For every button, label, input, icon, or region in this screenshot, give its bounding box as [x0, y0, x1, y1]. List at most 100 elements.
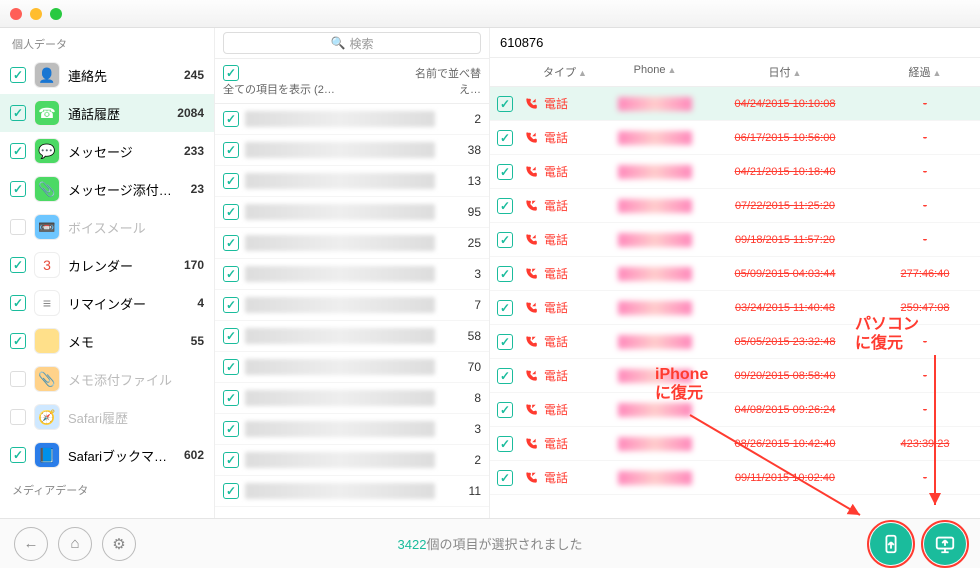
call-row[interactable]: 電話 04/21/2015 10:18:40 - — [490, 155, 980, 189]
contact-name-blurred — [245, 173, 435, 189]
call-row[interactable]: 電話 04/24/2015 10:10:08 - — [490, 87, 980, 121]
sidebar-item-0[interactable]: 👤 連絡先 245 — [0, 56, 214, 94]
phone-blurred — [618, 267, 692, 281]
col-date[interactable]: 日付 — [769, 67, 791, 79]
restore-to-iphone-button[interactable] — [870, 523, 912, 565]
checkbox[interactable] — [497, 232, 513, 248]
checkbox[interactable] — [10, 295, 26, 311]
checkbox[interactable] — [223, 204, 239, 220]
contact-row[interactable]: 3 — [215, 414, 489, 445]
filter-dropdown[interactable]: 全ての項目を表示 (2… — [223, 84, 335, 96]
checkbox[interactable] — [10, 143, 26, 159]
category-label: 連絡先 — [68, 66, 107, 85]
phone-blurred — [618, 199, 692, 213]
search-input[interactable]: 🔍 検索 — [223, 32, 481, 54]
checkbox[interactable] — [223, 235, 239, 251]
call-row[interactable]: 電話 07/22/2015 11:25:20 - — [490, 189, 980, 223]
contact-row[interactable]: 11 — [215, 476, 489, 507]
checkbox[interactable] — [223, 297, 239, 313]
minimize-icon[interactable] — [30, 8, 42, 20]
contact-row[interactable]: 95 — [215, 197, 489, 228]
contact-row[interactable]: 25 — [215, 228, 489, 259]
incoming-call-icon — [524, 97, 538, 111]
checkbox[interactable] — [223, 390, 239, 406]
call-row[interactable]: 電話 06/17/2015 10:56:00 - — [490, 121, 980, 155]
call-row[interactable]: 電話 09/18/2015 11:57:20 - — [490, 223, 980, 257]
checkbox[interactable] — [497, 402, 513, 418]
contact-row[interactable]: 7 — [215, 290, 489, 321]
phone-blurred — [618, 131, 692, 145]
checkbox[interactable] — [10, 181, 26, 197]
checkbox[interactable] — [223, 359, 239, 375]
category-icon — [34, 328, 60, 354]
checkbox[interactable] — [10, 67, 26, 83]
checkbox[interactable] — [223, 111, 239, 127]
sidebar-item-7[interactable]: メモ 55 — [0, 322, 214, 360]
sidebar-item-6[interactable]: ≡ リマインダー 4 — [0, 284, 214, 322]
contact-row[interactable]: 58 — [215, 321, 489, 352]
home-button[interactable]: ⌂ — [58, 527, 92, 561]
checkbox[interactable] — [10, 257, 26, 273]
call-row[interactable]: 電話 09/11/2015 10:02:40 - — [490, 461, 980, 495]
contact-row[interactable]: 38 — [215, 135, 489, 166]
checkbox[interactable] — [223, 328, 239, 344]
close-icon[interactable] — [10, 8, 22, 20]
sidebar-item-1[interactable]: ☎ 通話履歴 2084 — [0, 94, 214, 132]
call-duration: - — [870, 132, 980, 144]
settings-button[interactable]: ⚙ — [102, 527, 136, 561]
status-text: 3422個の項目が選択されました — [398, 534, 583, 553]
call-row[interactable]: 電話 08/26/2015 10:42:40 423:39:23 — [490, 427, 980, 461]
checkbox[interactable] — [497, 334, 513, 350]
call-row[interactable]: 電話 03/24/2015 11:40:48 259:47:08 — [490, 291, 980, 325]
checkbox[interactable] — [223, 266, 239, 282]
checkbox[interactable] — [10, 105, 26, 121]
contact-count: 11 — [441, 484, 481, 498]
call-row[interactable]: 電話 05/09/2015 04:03:44 277:46:40 — [490, 257, 980, 291]
col-phone[interactable]: Phone — [634, 64, 666, 76]
checkbox[interactable] — [223, 173, 239, 189]
incoming-call-icon — [524, 233, 538, 247]
sort-dropdown[interactable]: 名前で並べ替え… — [415, 68, 481, 96]
checkbox — [10, 371, 26, 387]
contact-row[interactable]: 3 — [215, 259, 489, 290]
call-row[interactable]: 電話 05/05/2015 23:32:48 - — [490, 325, 980, 359]
sidebar-item-2[interactable]: 💬 メッセージ 233 — [0, 132, 214, 170]
checkbox[interactable] — [497, 300, 513, 316]
checkbox[interactable] — [497, 470, 513, 486]
contact-row[interactable]: 2 — [215, 104, 489, 135]
back-button[interactable]: ← — [14, 527, 48, 561]
contact-name-blurred — [245, 328, 435, 344]
checkbox[interactable] — [223, 483, 239, 499]
checkbox[interactable] — [497, 266, 513, 282]
checkbox[interactable] — [497, 164, 513, 180]
checkbox[interactable] — [10, 447, 26, 463]
contact-row[interactable]: 8 — [215, 383, 489, 414]
sidebar-item-5[interactable]: 3 カレンダー 170 — [0, 246, 214, 284]
select-all-checkbox[interactable] — [223, 65, 239, 81]
col-duration[interactable]: 経過 — [909, 67, 931, 79]
call-row[interactable]: 電話 09/20/2015 08:58:40 - — [490, 359, 980, 393]
checkbox[interactable] — [497, 96, 513, 112]
checkbox[interactable] — [223, 452, 239, 468]
contact-count: 25 — [441, 236, 481, 250]
maximize-icon[interactable] — [50, 8, 62, 20]
checkbox[interactable] — [497, 198, 513, 214]
sidebar-item-3[interactable]: 📎 メッセージ添付… 23 — [0, 170, 214, 208]
col-type[interactable]: タイプ — [543, 67, 576, 79]
checkbox[interactable] — [497, 368, 513, 384]
restore-to-pc-button[interactable] — [924, 523, 966, 565]
checkbox[interactable] — [10, 333, 26, 349]
call-row[interactable]: 電話 04/08/2015 09:26:24 - — [490, 393, 980, 427]
contact-row[interactable]: 70 — [215, 352, 489, 383]
checkbox[interactable] — [497, 130, 513, 146]
checkbox[interactable] — [223, 421, 239, 437]
checkbox[interactable] — [497, 436, 513, 452]
call-duration: 259:47:08 — [870, 302, 980, 314]
contact-row[interactable]: 13 — [215, 166, 489, 197]
contact-name-blurred — [245, 235, 435, 251]
contact-row[interactable]: 2 — [215, 445, 489, 476]
call-duration: - — [870, 336, 980, 348]
checkbox[interactable] — [223, 142, 239, 158]
sidebar-item-10[interactable]: 📘 Safariブックマ… 602 — [0, 436, 214, 474]
category-icon: 🧭 — [34, 404, 60, 430]
